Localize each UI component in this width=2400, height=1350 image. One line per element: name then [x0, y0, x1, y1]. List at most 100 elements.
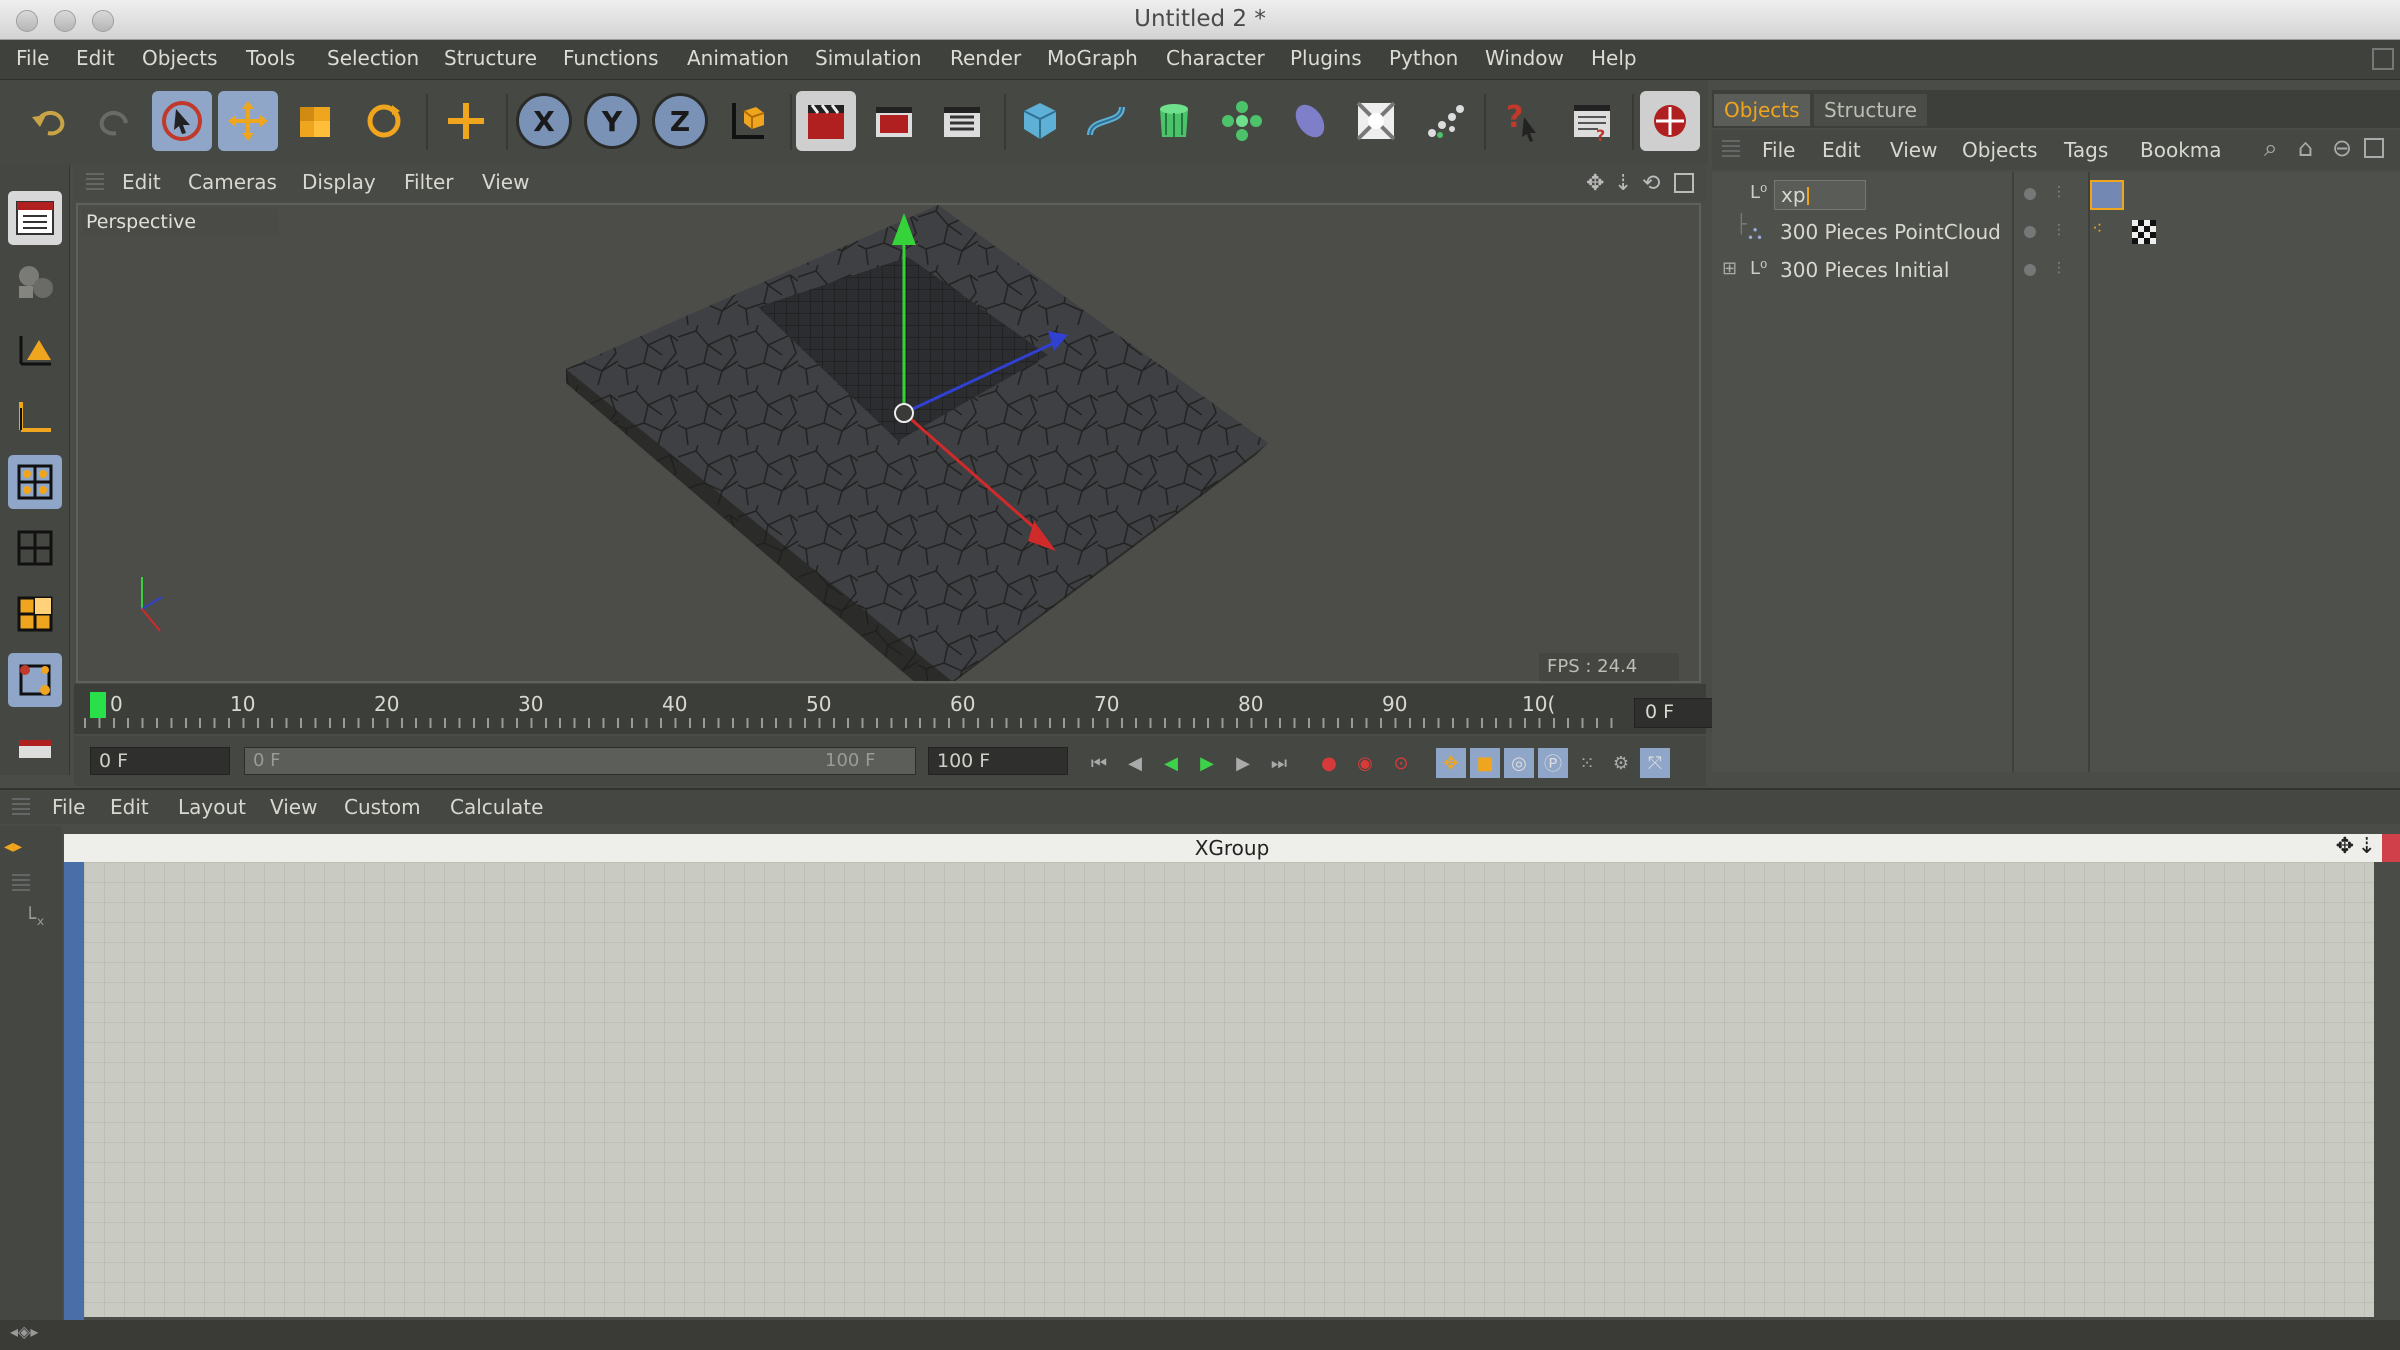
menu-plugins[interactable]: Plugins [1290, 46, 1362, 70]
render-visibility-icon[interactable]: ⋮ [2052, 222, 2066, 238]
panel-grip-icon[interactable] [12, 874, 30, 892]
menu-edit[interactable]: Edit [76, 46, 115, 70]
help-icon[interactable]: ? [1494, 91, 1554, 151]
tab-objects[interactable]: Objects [1714, 94, 1810, 126]
object-row-pointcloud[interactable]: ├ ⛬ 300 Pieces PointCloud ⋮ ⁖ [1712, 214, 2400, 252]
end-frame-field[interactable]: 100 F [928, 747, 1068, 775]
panel-grip-icon[interactable] [86, 173, 104, 191]
visibility-dot-icon[interactable] [2024, 264, 2036, 276]
object-row-initial[interactable]: ⊞ L⁰ 300 Pieces Initial ⋮ [1712, 252, 2400, 290]
menu-window[interactable]: Window [1485, 46, 1564, 70]
menu-file[interactable]: File [16, 46, 49, 70]
layout-toggle-icon[interactable] [2372, 48, 2394, 70]
render-visibility-icon[interactable]: ⋮ [2052, 260, 2066, 276]
start-frame-field[interactable]: 0 F [90, 747, 230, 775]
home-icon[interactable]: ⌂ [2298, 134, 2313, 162]
zoom-view-icon[interactable]: ⇣ [1614, 171, 1632, 196]
lock-y-icon[interactable]: Y [584, 93, 640, 149]
perspective-viewport[interactable]: Perspective FPS: 24.4 [76, 203, 1701, 683]
go-to-start-icon[interactable]: ⏮ [1084, 748, 1114, 778]
obj-menu-tags[interactable]: Tags [2064, 138, 2108, 162]
particles-icon[interactable] [1414, 91, 1474, 151]
expand-icon[interactable]: ⊞ [1722, 258, 1737, 279]
viewport-menu-view[interactable]: View [482, 170, 529, 194]
obj-menu-file[interactable]: File [1762, 138, 1795, 162]
menu-selection[interactable]: Selection [327, 46, 419, 70]
go-to-end-icon[interactable]: ⏭ [1264, 748, 1294, 778]
menu-objects[interactable]: Objects [142, 46, 218, 70]
pan-view-icon[interactable]: ✥ [2336, 834, 2354, 859]
render-view-icon[interactable] [796, 91, 856, 151]
object-name[interactable]: 300 Pieces PointCloud [1780, 220, 2001, 244]
playhead-marker[interactable] [90, 692, 106, 718]
nurbs-icon[interactable] [1144, 91, 1204, 151]
menu-animation[interactable]: Animation [687, 46, 789, 70]
record-point-level-icon[interactable]: ⁙ [1572, 748, 1602, 778]
coordinate-system-icon[interactable] [718, 91, 778, 151]
menu-character[interactable]: Character [1166, 46, 1265, 70]
cube-icon[interactable] [1010, 91, 1070, 151]
obj-menu-view[interactable]: View [1890, 138, 1937, 162]
panel-grip-icon[interactable] [12, 798, 30, 816]
render-settings-icon[interactable] [932, 91, 992, 151]
render-picture-viewer-icon[interactable] [864, 91, 924, 151]
collapse-icon[interactable]: ⊖ [2332, 134, 2352, 162]
scale-icon[interactable] [286, 91, 346, 151]
obj-menu-edit[interactable]: Edit [1822, 138, 1861, 162]
menu-render[interactable]: Render [950, 46, 1021, 70]
xpresso-menu-custom[interactable]: Custom [344, 795, 421, 819]
picture-viewer-icon[interactable] [1640, 91, 1700, 151]
visibility-dot-icon[interactable] [2024, 226, 2036, 238]
timeline-icon[interactable]: ? [1562, 91, 1622, 151]
menu-functions[interactable]: Functions [563, 46, 659, 70]
scheme-settings-icon[interactable]: ⚙ [1606, 748, 1636, 778]
viewport-menu-display[interactable]: Display [302, 170, 376, 194]
spline-icon[interactable] [1076, 91, 1136, 151]
tab-structure[interactable]: Structure [1814, 94, 1928, 126]
new-window-icon[interactable] [2364, 138, 2384, 158]
menu-help[interactable]: Help [1591, 46, 1637, 70]
visibility-dot-icon[interactable] [2024, 188, 2036, 200]
viewport-menu-filter[interactable]: Filter [404, 170, 454, 194]
world-axis-icon[interactable] [436, 91, 496, 151]
preview-range-slider[interactable]: 0 F 100 F [244, 747, 916, 775]
timeline-ruler[interactable]: 0 10 20 30 40 50 60 70 80 90 10( 0 F [74, 684, 1774, 734]
previous-frame-icon[interactable]: ◀︎ [1120, 748, 1150, 778]
model-mode-icon[interactable] [8, 323, 62, 377]
edges-mode-icon[interactable] [8, 521, 62, 575]
live-selection-icon[interactable] [152, 91, 212, 151]
object-row-xpresso[interactable]: L⁰ xp ⋮ [1712, 176, 2400, 214]
play-forwards-icon[interactable]: ▶ [1192, 748, 1222, 778]
menu-tools[interactable]: Tools [246, 46, 295, 70]
xpresso-node-canvas[interactable] [84, 862, 2374, 1317]
menu-python[interactable]: Python [1389, 46, 1458, 70]
viewport-menu-edit[interactable]: Edit [122, 170, 161, 194]
menu-simulation[interactable]: Simulation [815, 46, 922, 70]
object-origin-icon[interactable] [894, 403, 914, 423]
object-name[interactable]: 300 Pieces Initial [1780, 258, 1949, 282]
record-scale-icon[interactable]: ■ [1470, 748, 1500, 778]
xpresso-menu-edit[interactable]: Edit [110, 795, 149, 819]
obj-menu-bookmarks[interactable]: Bookma [2140, 138, 2222, 162]
record-position-icon[interactable]: ✥ [1436, 748, 1466, 778]
record-parameter-icon[interactable]: Ⓟ [1538, 748, 1568, 778]
workplane-icon[interactable] [8, 719, 62, 773]
array-icon[interactable] [1212, 91, 1272, 151]
points-mode-icon[interactable] [8, 455, 62, 509]
texture-tag-icon[interactable] [2132, 220, 2156, 244]
record-active-objects-icon[interactable]: ● [1314, 748, 1344, 778]
menu-structure[interactable]: Structure [444, 46, 537, 70]
pan-view-icon[interactable]: ✥ [1586, 171, 1604, 196]
obj-menu-objects[interactable]: Objects [1962, 138, 2038, 162]
xpresso-menu-calculate[interactable]: Calculate [450, 795, 543, 819]
polygons-mode-icon[interactable] [8, 587, 62, 641]
use-model-mode-icon[interactable] [8, 191, 62, 245]
rotate-view-icon[interactable]: ⟲ [1642, 171, 1660, 196]
undo-icon[interactable] [20, 91, 80, 151]
next-frame-icon[interactable]: ▶︎ [1228, 748, 1258, 778]
render-visibility-icon[interactable]: ⋮ [2052, 184, 2066, 200]
panel-grip-icon[interactable] [1722, 140, 1740, 158]
menu-mograph[interactable]: MoGraph [1047, 46, 1138, 70]
scroll-arrows-icon[interactable]: ◂◈▸ [10, 1322, 38, 1341]
autokeying-icon[interactable]: ◉ [1350, 748, 1380, 778]
